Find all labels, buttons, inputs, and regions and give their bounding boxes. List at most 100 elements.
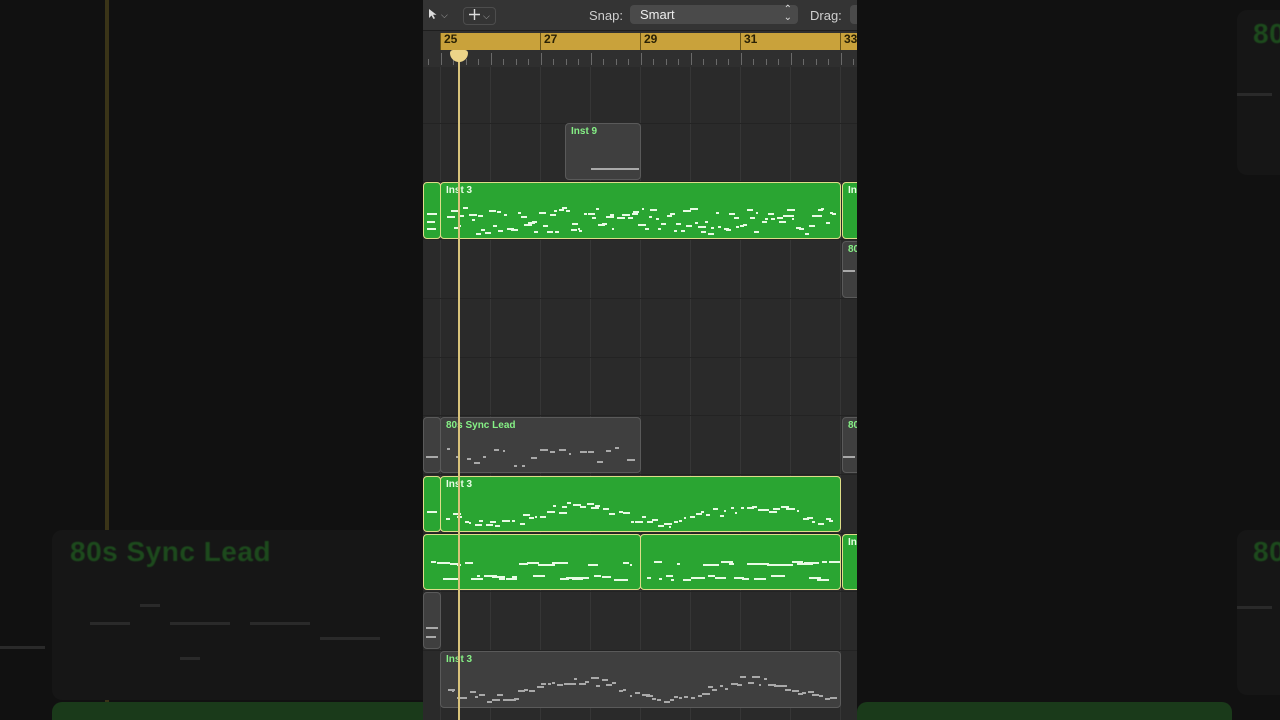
midi-note (467, 458, 471, 460)
midi-region-inst-9[interactable]: Inst 9 (565, 123, 641, 180)
midi-note (740, 676, 746, 678)
midi-note (493, 225, 497, 227)
midi-note (674, 521, 678, 523)
bar-ruler[interactable]: 25 27 29 31 33 (423, 31, 857, 67)
midi-note (736, 226, 739, 228)
midi-note (724, 510, 726, 512)
midi-note (708, 575, 715, 577)
pointer-tool-menu[interactable]: ⌵ (428, 7, 448, 23)
midi-note (529, 690, 535, 692)
midi-note (670, 699, 674, 701)
midi-note (512, 576, 517, 578)
midi-region-inst-3-left[interactable] (423, 182, 441, 239)
ruler-bar-27: 27 (544, 32, 558, 46)
midi-note (777, 217, 783, 219)
region-label: In (848, 537, 857, 548)
midi-note (462, 697, 467, 699)
midi-note (743, 224, 747, 226)
midi-note (620, 217, 625, 219)
ruler-bar-25: 25 (444, 32, 458, 46)
midi-note (657, 699, 661, 701)
midi-note (695, 222, 698, 224)
midi-note (524, 224, 532, 226)
midi-note (666, 575, 673, 577)
midi-note (654, 561, 662, 563)
midi-note (764, 678, 767, 680)
midi-note (779, 221, 786, 223)
midi-note (481, 229, 485, 231)
midi-note (752, 676, 760, 678)
midi-region-row-c-2[interactable] (640, 534, 841, 590)
midi-note (603, 508, 609, 510)
midi-note (490, 521, 496, 523)
midi-note (797, 510, 799, 512)
secondary-tool-menu[interactable]: ⌵ (463, 7, 496, 25)
midi-note (754, 231, 759, 233)
midi-note (569, 453, 571, 455)
midi-note (465, 562, 473, 564)
tracks-area[interactable]: Inst 9 Inst 3 In 80 80s Sync Lead (423, 67, 857, 720)
midi-note (606, 684, 612, 686)
ruler-tick (778, 59, 779, 65)
midi-note (523, 514, 530, 516)
midi-note (729, 563, 734, 565)
midi-region-inst-3-b[interactable]: Inst 3 (440, 476, 841, 532)
midi-region-inst-3-b-left[interactable] (423, 476, 441, 532)
midi-note (579, 230, 582, 232)
midi-note (437, 562, 450, 564)
ruler-tick (603, 59, 604, 65)
midi-note (512, 520, 515, 522)
midi-note (485, 232, 491, 234)
midi-region-inst-3-d[interactable]: Inst 3 (440, 651, 841, 708)
midi-note (612, 228, 614, 230)
midi-note (494, 449, 499, 451)
region-label: In (848, 185, 857, 196)
midi-note (614, 579, 628, 581)
midi-region-80s-sync-lead[interactable]: 80s Sync Lead (440, 417, 641, 473)
midi-note (686, 225, 692, 227)
midi-region-80s-sync-lead-right-a[interactable]: 80 (842, 241, 857, 298)
midi-region-inst-3-a[interactable]: Inst 3 (440, 182, 841, 239)
midi-note (591, 507, 599, 509)
midi-note (545, 564, 555, 566)
midi-note (543, 225, 548, 227)
midi-note (741, 507, 744, 509)
midi-note (463, 207, 468, 209)
midi-note (550, 214, 556, 216)
midi-region-80s-sync-lead-left[interactable] (423, 417, 441, 473)
midi-note (677, 563, 680, 565)
drag-select[interactable] (850, 5, 857, 24)
midi-note (595, 505, 600, 507)
midi-note (638, 224, 646, 226)
midi-region-row-d-left[interactable] (423, 592, 441, 649)
ruler-tick (491, 53, 492, 65)
midi-note (562, 506, 567, 508)
midi-region-inst-3-right[interactable]: In (842, 182, 857, 239)
midi-region-80s-sync-lead-right-b[interactable]: 80 (842, 417, 857, 473)
midi-note (785, 689, 791, 691)
midi-note (635, 521, 643, 523)
midi-note (584, 213, 587, 215)
logic-tracks-window: ⌵ ⌵ Snap: Smart ⌃⌄ Drag: 25 27 29 31 33 (423, 0, 857, 720)
midi-note (684, 517, 686, 519)
midi-note (652, 698, 656, 700)
midi-note (711, 227, 714, 229)
midi-note (713, 508, 718, 510)
midi-note (541, 683, 546, 685)
midi-note (562, 207, 567, 209)
midi-note (829, 520, 833, 522)
midi-note (729, 213, 735, 215)
midi-note (788, 215, 794, 217)
ruler-tick (441, 53, 442, 65)
midi-note (742, 578, 749, 580)
midi-note (631, 521, 634, 523)
midi-note (469, 214, 477, 216)
playhead-line[interactable] (458, 58, 460, 720)
midi-note (712, 689, 717, 691)
ruler-tick (816, 59, 817, 65)
midi-note (479, 520, 483, 522)
snap-select[interactable]: Smart ⌃ ⌄ (630, 5, 798, 24)
midi-region-row-c-1[interactable] (423, 534, 641, 590)
midi-region-row-c-right[interactable]: In (842, 534, 857, 590)
midi-note (807, 517, 813, 519)
